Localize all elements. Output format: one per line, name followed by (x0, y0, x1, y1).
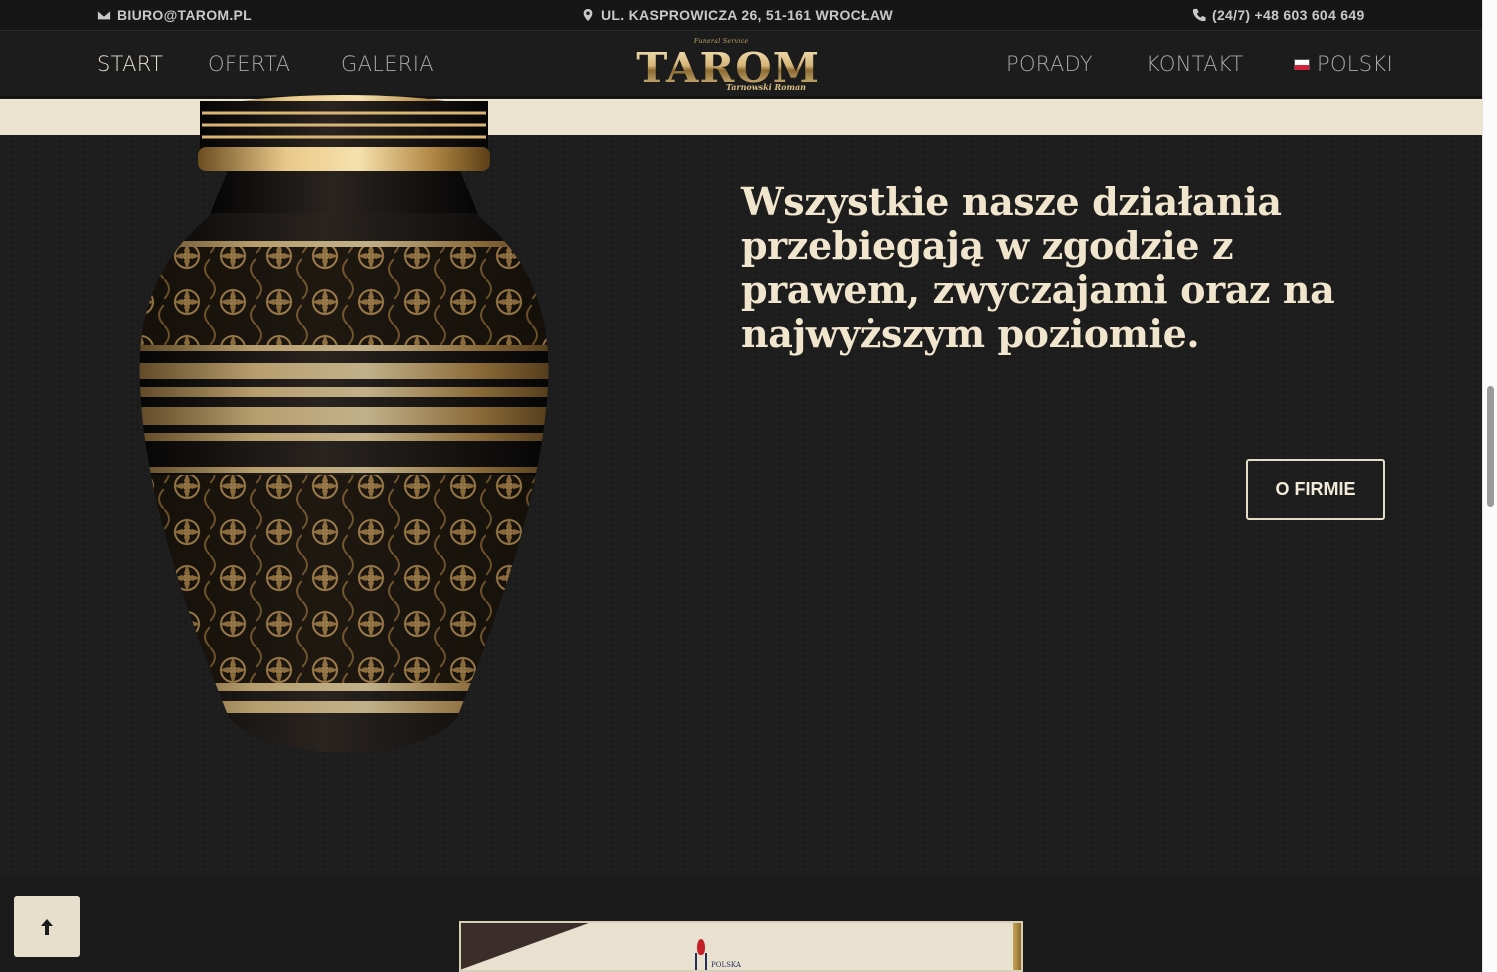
envelope-icon (97, 10, 111, 20)
urn-image (139, 95, 549, 753)
logo-tagline-bottom: Tarnowski Roman (726, 82, 806, 92)
nav-oferta[interactable]: OFERTA (208, 52, 290, 76)
address-text: UL. KASPROWICZA 26, 51-161 WROCŁAW (601, 7, 894, 23)
phone-link[interactable]: (24/7) +48 603 604 649 (1192, 7, 1365, 23)
top-info-bar: BIURO@TAROM.PL UL. KASPROWICZA 26, 51-16… (0, 0, 1482, 31)
about-company-button[interactable]: O FIRMIE (1246, 459, 1385, 520)
page-scrollbar[interactable] (1482, 0, 1497, 972)
nav-start[interactable]: START (97, 52, 163, 76)
phone-text: (24/7) +48 603 604 649 (1212, 7, 1365, 23)
certificate-text: POLSKA (711, 961, 741, 969)
nav-porady[interactable]: PORADY (1006, 52, 1093, 76)
scroll-to-top-button[interactable] (14, 896, 80, 957)
nav-kontakt[interactable]: KONTAKT (1146, 52, 1244, 76)
tarom-logo[interactable]: Funeral Service TAROM Tarnowski Roman (636, 36, 822, 92)
language-label: POLSKI (1317, 52, 1393, 76)
hero-headline: Wszystkie nasze działania przebiegają w … (741, 179, 1335, 356)
certificate-image: POLSKA (459, 921, 1023, 972)
certificate-logo: POLSKA (691, 939, 751, 970)
pillar-icon (695, 953, 707, 970)
nav-galeria[interactable]: GALERIA (341, 52, 434, 76)
language-switcher[interactable]: POLSKI (1294, 52, 1393, 76)
phone-icon (1192, 8, 1206, 22)
scrollbar-thumb[interactable] (1487, 386, 1494, 507)
poland-flag-icon (1294, 58, 1310, 70)
main-nav: START OFERTA GALERIA Funeral Service TAR… (0, 32, 1482, 98)
arrow-up-icon (41, 918, 53, 935)
email-text: BIURO@TAROM.PL (117, 7, 253, 23)
map-pin-icon (583, 8, 593, 22)
address-info: UL. KASPROWICZA 26, 51-161 WROCŁAW (581, 7, 893, 23)
email-link[interactable]: BIURO@TAROM.PL (97, 7, 252, 23)
